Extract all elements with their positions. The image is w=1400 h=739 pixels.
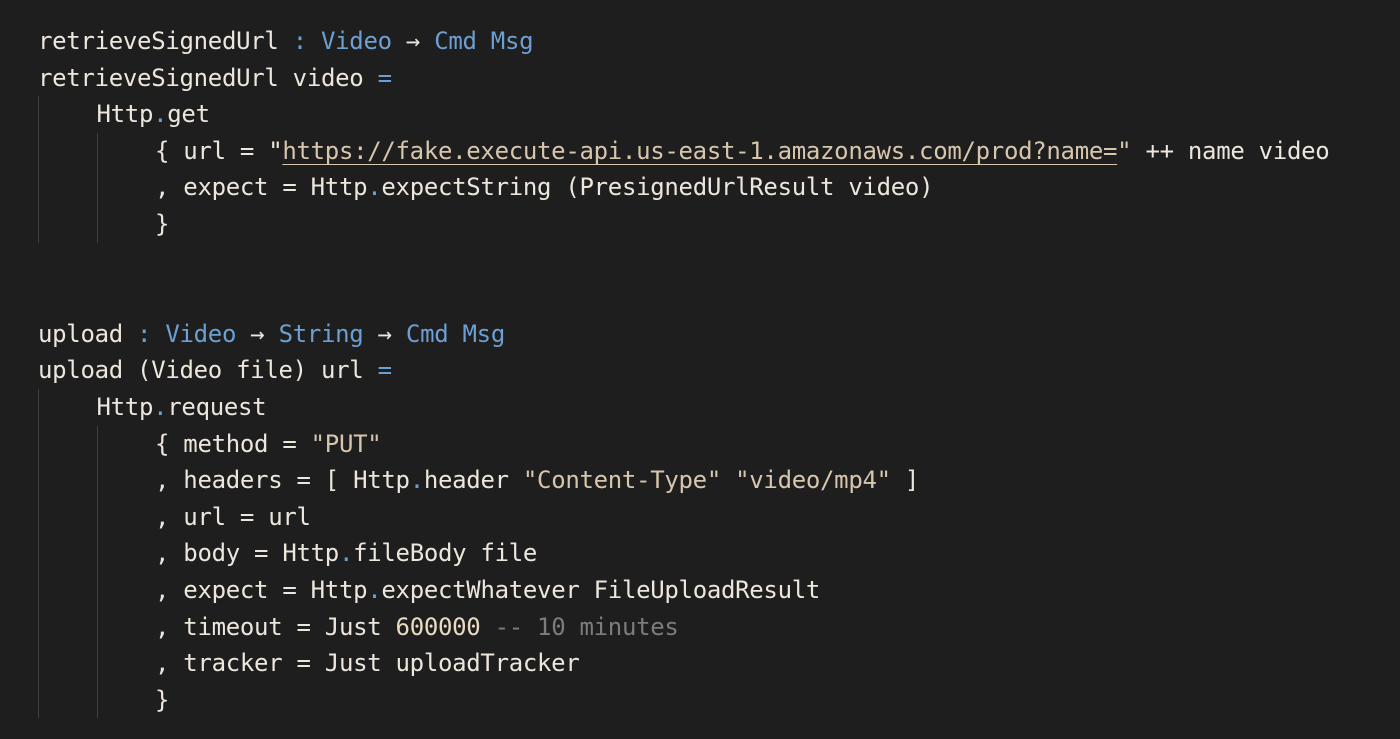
code-token: header: [423, 466, 523, 495]
code-token: →: [391, 27, 435, 55]
code-line: { url = " https://fake.execute-api.us-eas…: [38, 132, 1330, 170]
code-token: .: [338, 539, 354, 568]
code-line: , expect = Http. expectWhatever FileUploa…: [38, 571, 1329, 609]
code-token: =: [377, 356, 392, 385]
code-token: expectWhatever FileUploadResult: [381, 575, 821, 604]
code-token: , tracker = Just uploadTracker: [155, 649, 580, 678]
code-line: }: [38, 681, 1329, 719]
code-token: retrieveSignedUrl video: [38, 63, 378, 92]
code-token: expectString (PresignedUrlResult video): [381, 173, 934, 202]
code-line: retrieveSignedUrl : Video → Cmd Msg: [38, 23, 1329, 60]
indent-guide: [96, 645, 156, 682]
code-string: "Content-Type" "video/mp4": [522, 466, 891, 495]
code-token: { method =: [155, 429, 311, 458]
code-token: →: [363, 319, 406, 348]
code-token: Http: [96, 100, 154, 129]
indent-guide: [38, 96, 97, 133]
code-token: 600000: [395, 612, 481, 641]
code-token: , body = Http: [155, 539, 339, 568]
code-token: }: [155, 209, 170, 238]
indent-guide: [38, 388, 97, 426]
indent-guide: [96, 462, 156, 499]
code-line: , body = Http. fileBody file: [38, 535, 1329, 572]
indent-guide: [96, 498, 156, 536]
indent-guide: [96, 571, 156, 609]
code-token: , headers = [ Http: [155, 466, 410, 495]
code-token: request: [167, 392, 267, 421]
indent-guide: [38, 571, 97, 609]
code-line: upload : Video → String → Cmd Msg: [38, 316, 1329, 353]
code-line: , timeout = Just 600000 -- 10 minutes: [38, 608, 1329, 646]
code-token: .: [153, 392, 168, 421]
code-token: }: [155, 685, 170, 714]
code-token: fileBody file: [353, 539, 538, 568]
code-token: =: [377, 63, 392, 92]
code-line: { method = "PUT": [38, 425, 1329, 463]
code-token: Video: [165, 319, 237, 348]
code-comment: -- 10 minutes: [480, 612, 679, 641]
indent-guide: [96, 535, 156, 572]
indent-guide: [38, 498, 97, 536]
code-line: Http. request: [38, 388, 1329, 426]
indent-guide: [38, 205, 97, 243]
code-token: .: [367, 173, 382, 202]
code-token: ]: [890, 466, 920, 495]
code-line: , headers = [ Http. header "Content-Type"…: [38, 462, 1329, 499]
code-token: Cmd Msg: [434, 27, 534, 55]
indent-guide: [38, 681, 97, 719]
code-token: Video: [321, 27, 392, 55]
code-line: , expect = Http. expectString (PresignedU…: [38, 169, 1329, 206]
code-token: Http: [96, 392, 154, 421]
code-token: upload (Video file) url: [38, 356, 378, 385]
indent-guide: [38, 425, 97, 463]
indent-guide: [96, 425, 156, 463]
code-token: retrieveSignedUrl: [38, 27, 279, 55]
code-token: .: [409, 466, 424, 495]
code-editor[interactable]: retrieveSignedUrl : Video → Cmd Msg retri…: [38, 23, 1330, 719]
indent-guide: [96, 681, 156, 719]
indent-guide: [38, 169, 97, 206]
code-token: :: [122, 319, 166, 348]
code-token: upload: [38, 319, 123, 348]
code-token: String: [278, 319, 364, 348]
code-token: get: [167, 100, 210, 129]
indent-guide: [38, 645, 97, 682]
code-token: , expect = Http: [155, 575, 368, 604]
indent-guide: [38, 462, 97, 499]
code-line: retrieveSignedUrl video =: [38, 60, 1329, 97]
code-token: ++ name video: [1131, 136, 1330, 165]
code-token: , url = url: [155, 502, 311, 531]
code-token: , expect = Http: [155, 173, 368, 202]
indent-guide: [96, 608, 156, 646]
code-line: upload (Video file) url =: [38, 352, 1329, 389]
code-string: ": [1117, 136, 1132, 165]
indent-guide: [38, 608, 97, 646]
code-token: :: [278, 27, 321, 55]
code-string: "PUT": [310, 429, 382, 458]
code-line: , tracker = Just uploadTracker: [38, 645, 1329, 682]
code-string: https://fake.execute-api.us-east-1.amazo…: [282, 136, 1118, 165]
indent-guide: [96, 169, 156, 206]
code-line: Http. get: [38, 96, 1329, 133]
indent-guide: [96, 132, 156, 170]
code-token: { url = ": [155, 136, 283, 165]
indent-guide: [38, 535, 97, 572]
code-line: , url = url: [38, 498, 1329, 536]
code-token: →: [236, 319, 279, 348]
code-token: .: [367, 575, 382, 604]
code-token: , timeout = Just: [155, 612, 396, 641]
code-token: Cmd Msg: [405, 319, 505, 348]
indent-guide: [38, 132, 97, 170]
code-line: }: [38, 205, 1329, 243]
code-token: .: [153, 100, 168, 129]
indent-guide: [96, 205, 156, 243]
